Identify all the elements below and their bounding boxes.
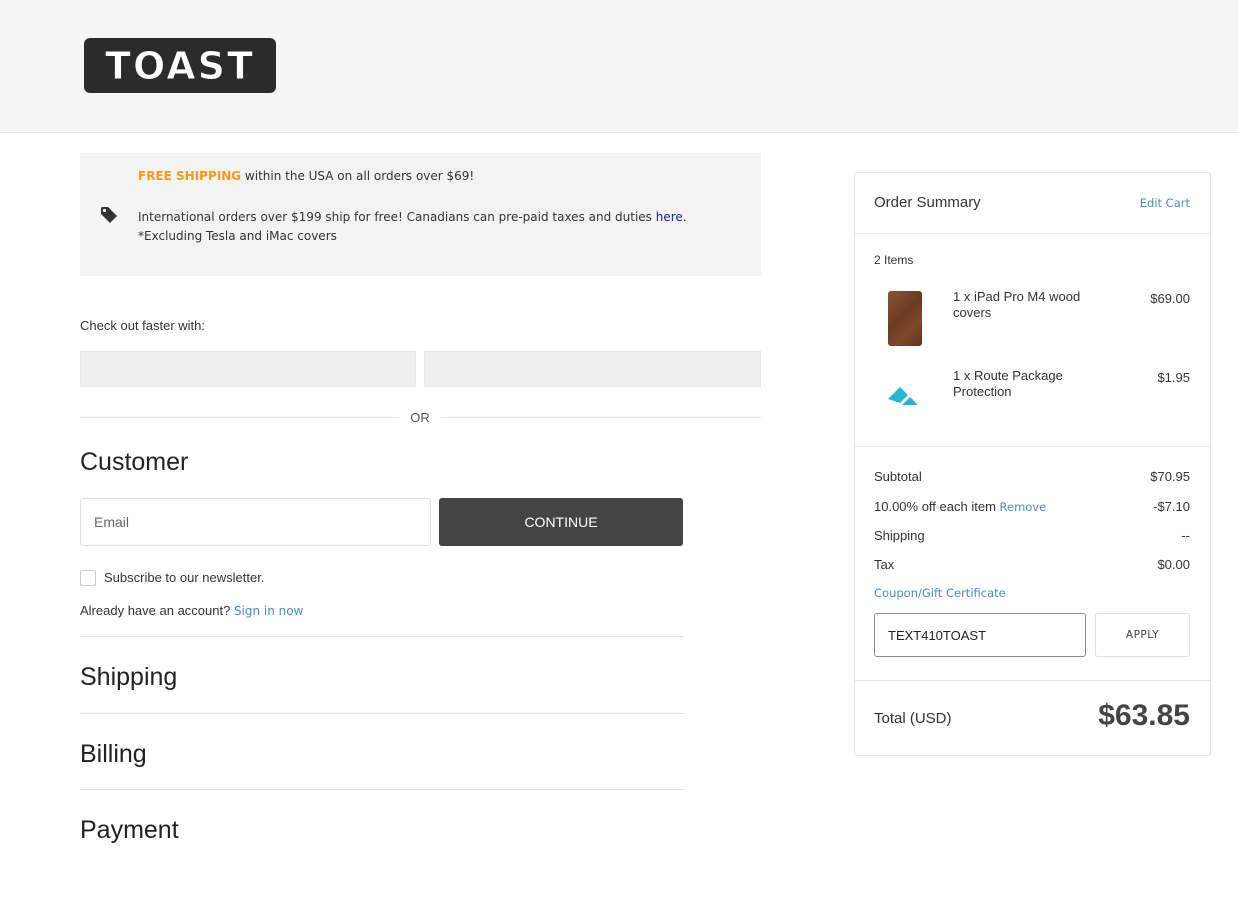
coupon-input[interactable] (874, 613, 1086, 657)
express-pay-button-1[interactable] (80, 351, 416, 387)
express-pay-button-2[interactable] (424, 351, 761, 387)
promo-international-text: International orders over $199 ship for … (138, 210, 656, 224)
summary-divider (855, 680, 1210, 681)
newsletter-checkbox[interactable] (80, 570, 96, 586)
section-divider (80, 713, 684, 714)
order-summary-title: Order Summary (874, 194, 981, 211)
tax-value: $0.00 (1157, 557, 1190, 572)
promo-exclusion-text: *Excluding Tesla and iMac covers (138, 229, 337, 243)
discount-value: -$7.10 (1153, 499, 1190, 514)
items-count: 2 Items (874, 253, 914, 267)
continue-button[interactable]: CONTINUE (439, 498, 683, 546)
shipping-heading[interactable]: Shipping (80, 663, 177, 692)
free-shipping-label: FREE SHIPPING (138, 169, 242, 183)
newsletter-label: Subscribe to our newsletter. (104, 570, 265, 585)
here-link[interactable]: here. (656, 210, 687, 224)
product-name: 1 x iPad Pro M4 wood covers (953, 289, 1081, 320)
express-checkout-label: Check out faster with: (80, 318, 205, 333)
apply-coupon-button[interactable]: APPLY (1095, 613, 1190, 657)
email-field[interactable] (80, 498, 431, 546)
customer-heading: Customer (80, 448, 189, 476)
ipad-wood-cover-thumbnail (888, 291, 922, 346)
divider-right (441, 417, 761, 418)
subtotal-label: Subtotal (874, 469, 922, 484)
product-price: $69.00 (1150, 291, 1190, 306)
subtotal-value: $70.95 (1150, 469, 1190, 484)
site-header: TOAST (0, 0, 1238, 133)
order-summary: Order Summary Edit Cart 2 Items 1 x iPad… (854, 172, 1211, 756)
total-label: Total (USD) (874, 710, 952, 727)
total-value: $63.85 (1098, 699, 1190, 732)
promo-line-domestic: FREE SHIPPING within the USA on all orde… (138, 169, 474, 183)
tax-label: Tax (874, 557, 895, 572)
logo-text: TOAST (105, 43, 255, 88)
promo-line-domestic-text: within the USA on all orders over $69! (241, 169, 475, 183)
product-name: 1 x Route Package Protection (953, 368, 1063, 399)
shipping-promo-banner: FREE SHIPPING within the USA on all orde… (80, 153, 761, 276)
coupon-link[interactable]: Coupon/Gift Certificate (874, 586, 1006, 600)
edit-cart-link[interactable]: Edit Cart (1140, 196, 1190, 210)
route-logo-icon (888, 387, 918, 405)
tag-icon (101, 207, 117, 223)
discount-label: 10.00% off each item (874, 499, 1000, 514)
divider-left (80, 417, 399, 418)
payment-heading[interactable]: Payment (80, 816, 179, 845)
toast-logo[interactable]: TOAST (84, 38, 276, 93)
product-price: $1.95 (1157, 370, 1190, 385)
or-separator: OR (410, 410, 430, 425)
remove-discount-link[interactable]: Remove (1000, 500, 1047, 514)
summary-divider (855, 233, 1210, 234)
section-divider (80, 789, 684, 790)
account-prompt: Already have an account? Sign in now (80, 603, 303, 618)
section-divider (80, 636, 684, 637)
summary-divider (855, 446, 1210, 447)
shipping-label: Shipping (874, 528, 925, 543)
discount-row: 10.00% off each item Remove (874, 499, 1046, 514)
billing-heading[interactable]: Billing (80, 740, 147, 769)
shipping-value: -- (1181, 528, 1190, 543)
sign-in-link[interactable]: Sign in now (234, 604, 304, 618)
account-text: Already have an account? (80, 603, 234, 618)
promo-line-international: International orders over $199 ship for … (138, 208, 698, 246)
